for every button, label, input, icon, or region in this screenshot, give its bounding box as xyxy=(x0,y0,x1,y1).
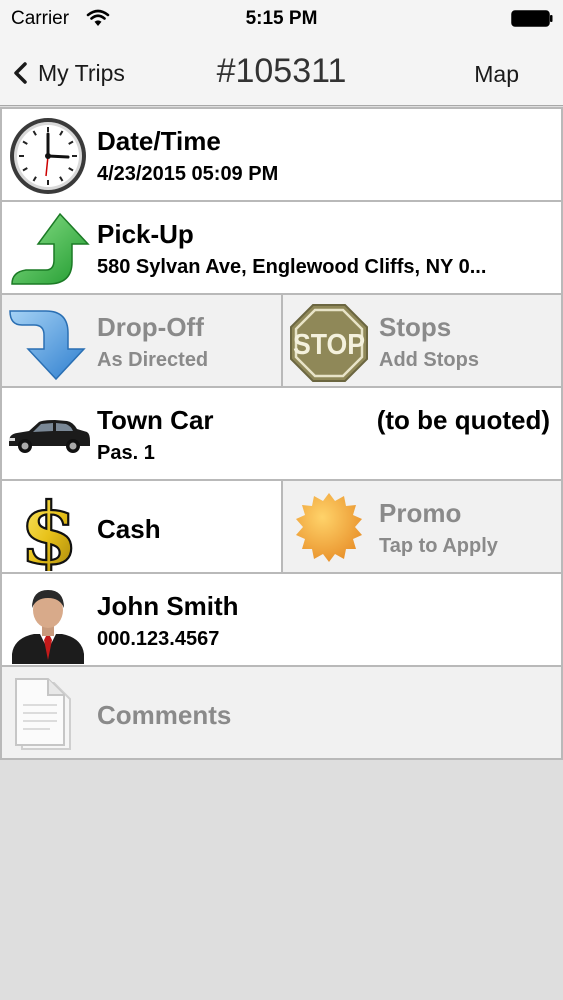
dropoff-title: Drop-Off xyxy=(97,312,204,342)
clock-icon xyxy=(10,118,86,194)
vehicle-title: Town Car xyxy=(97,405,214,435)
stops-title: Stops xyxy=(379,312,452,342)
pickup-row[interactable]: Pick-Up 580 Sylvan Ave, Englewood Cliffs… xyxy=(0,200,563,295)
stop-sign-text: STOP xyxy=(293,328,365,360)
stops-cell[interactable]: STOP Stops Add Stops xyxy=(281,293,563,388)
datetime-value: 4/23/2015 05:09 PM xyxy=(97,163,279,185)
dropoff-cell[interactable]: Drop-Off As Directed xyxy=(0,293,283,388)
battery-icon xyxy=(511,10,553,27)
passenger-phone: 000.123.4567 xyxy=(97,628,220,650)
map-button[interactable]: Map xyxy=(474,61,519,88)
vehicle-passengers: Pas. 1 xyxy=(97,442,155,464)
datetime-row[interactable]: Date/Time 4/23/2015 05:09 PM xyxy=(0,107,563,202)
promo-value: Tap to Apply xyxy=(379,535,498,557)
promo-badge-icon xyxy=(296,493,362,562)
passenger-name: John Smith xyxy=(97,591,239,621)
dollar-icon: $ xyxy=(22,487,76,571)
payment-cell[interactable]: $ Cash xyxy=(0,479,283,574)
pickup-address: 580 Sylvan Ave, Englewood Cliffs, NY 0..… xyxy=(97,256,487,278)
navigation-bar: My Trips #105311 Map xyxy=(0,36,563,106)
dropoff-value: As Directed xyxy=(97,349,209,371)
car-icon xyxy=(9,420,90,453)
svg-text:$: $ xyxy=(22,487,76,571)
promo-title: Promo xyxy=(379,498,462,528)
comments-row[interactable]: Comments xyxy=(0,665,563,760)
person-icon xyxy=(12,590,84,664)
payment-title: Cash xyxy=(97,514,161,544)
comments-title: Comments xyxy=(97,700,232,730)
blue-down-arrow-icon xyxy=(9,310,86,381)
status-bar: Carrier 5:15 PM xyxy=(0,0,563,36)
green-up-arrow-icon xyxy=(11,212,90,285)
status-time: 5:15 PM xyxy=(245,8,318,29)
stops-value: Add Stops xyxy=(379,349,479,371)
promo-cell[interactable]: Promo Tap to Apply xyxy=(281,479,563,574)
datetime-title: Date/Time xyxy=(97,126,221,156)
vehicle-row[interactable]: Town Car (to be quoted) Pas. 1 xyxy=(0,386,563,481)
vehicle-price: (to be quoted) xyxy=(376,405,550,435)
document-icon xyxy=(15,678,71,750)
passenger-row[interactable]: John Smith 000.123.4567 xyxy=(0,572,563,667)
empty-background xyxy=(0,760,563,1000)
stop-sign-icon: STOP xyxy=(290,304,368,382)
pickup-title: Pick-Up xyxy=(97,219,194,249)
